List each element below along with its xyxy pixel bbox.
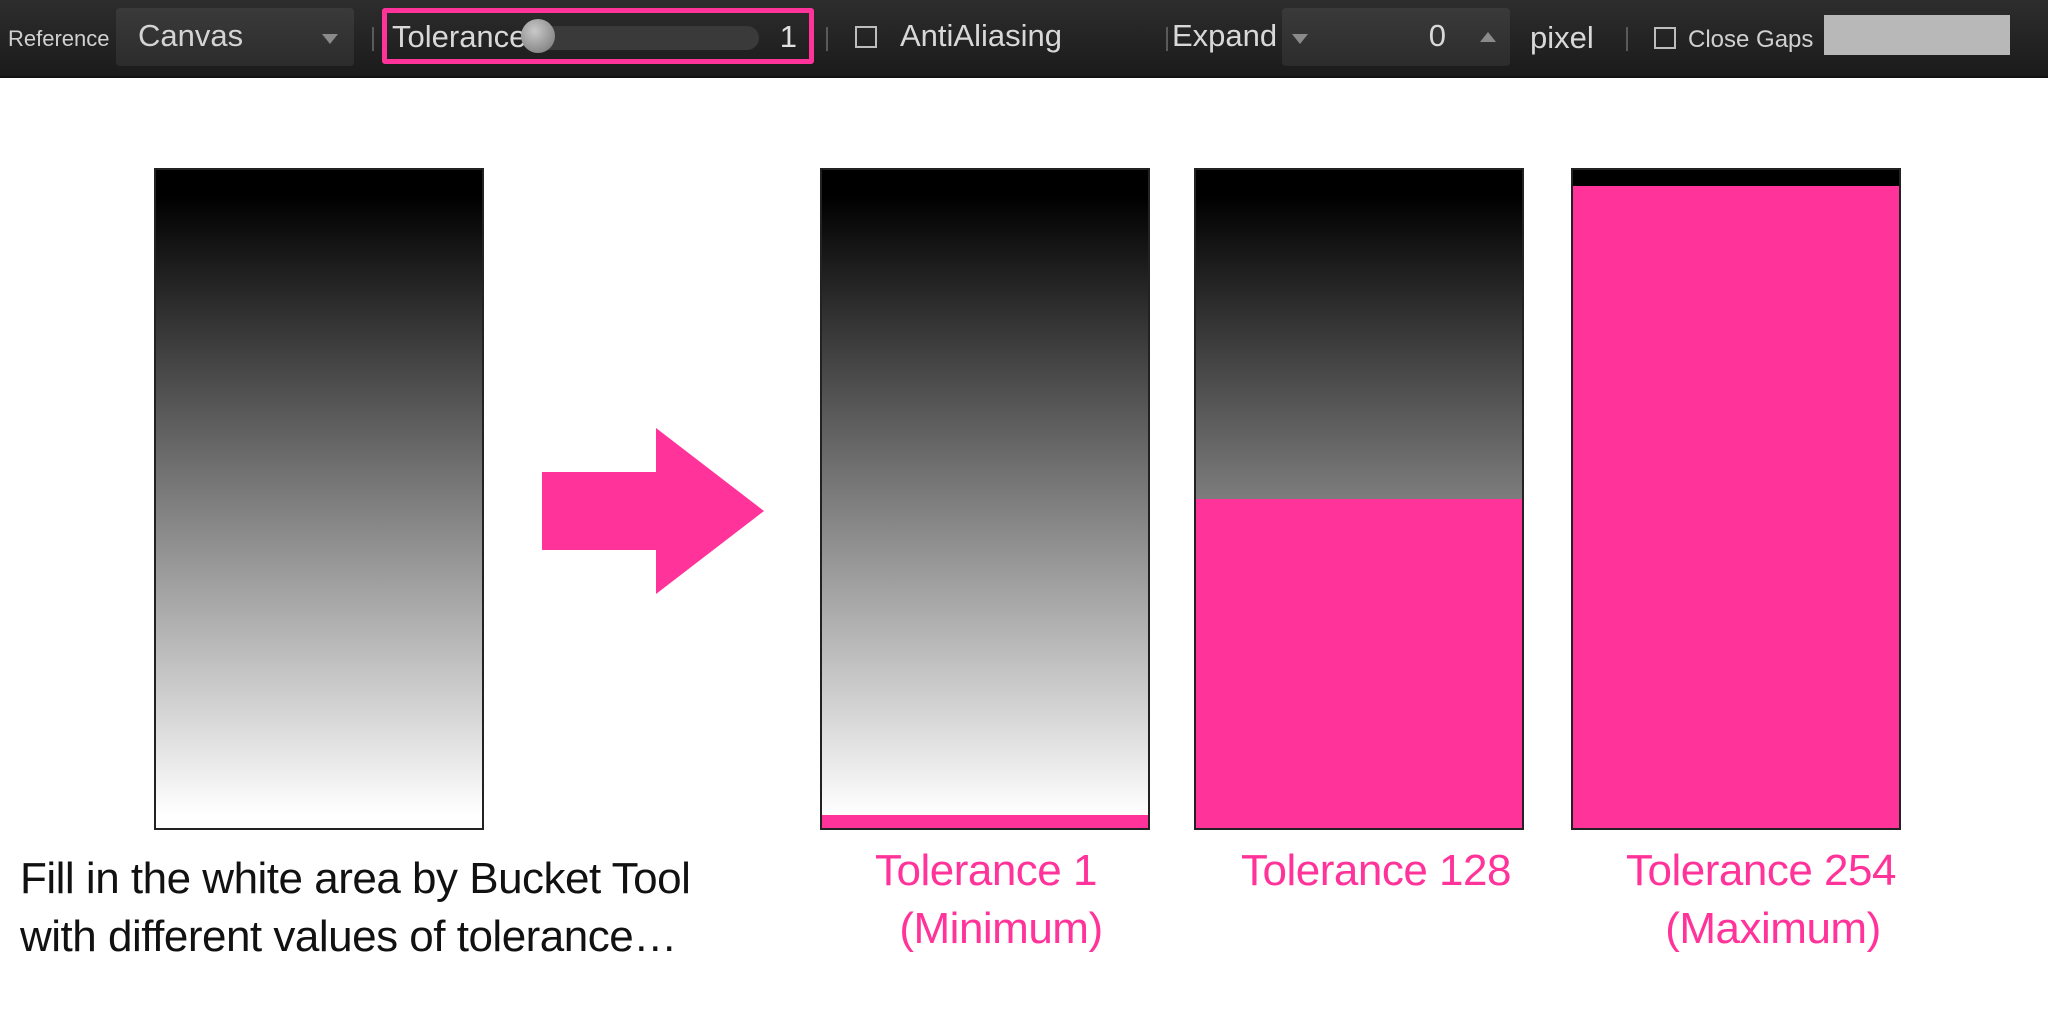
- result-panel-tolerance-128: [1194, 168, 1524, 830]
- filled-area: [1196, 499, 1522, 828]
- result-label-tolerance-128: Tolerance 128: [1216, 842, 1536, 900]
- result-panel-tolerance-254: [1571, 168, 1901, 830]
- gradient-area: [822, 170, 1148, 828]
- dropdown-arrow-icon: [322, 34, 338, 44]
- result-label-tolerance-254: Tolerance 254 (Maximum): [1596, 842, 1926, 958]
- expand-label: Expand: [1172, 18, 1278, 53]
- reference-dropdown[interactable]: Canvas: [116, 8, 354, 66]
- caption-line-1: Fill in the white area by Bucket Tool: [20, 854, 691, 903]
- separator: [1166, 27, 1168, 51]
- result-label-line-1: Tolerance 254: [1626, 846, 1896, 895]
- fill-tool-property-bar: Reference Canvas Tolerance 1 AntiAliasin…: [0, 0, 2048, 78]
- right-arrow-icon: [542, 428, 764, 594]
- slider-knob-icon[interactable]: [520, 19, 555, 53]
- spin-down-icon[interactable]: [1292, 34, 1308, 44]
- expand-value[interactable]: 0: [1429, 18, 1446, 54]
- original-gradient-panel: [154, 168, 484, 830]
- close-gaps-swatch[interactable]: [1824, 15, 2010, 55]
- result-label-tolerance-1: Tolerance 1 (Minimum): [836, 842, 1136, 958]
- separator: [372, 27, 374, 51]
- antialiasing-checkbox[interactable]: [855, 26, 877, 48]
- separator: [1626, 27, 1628, 51]
- separator: [826, 27, 828, 51]
- tolerance-highlight: Tolerance 1: [382, 8, 814, 64]
- result-panel-tolerance-1: [820, 168, 1150, 830]
- expand-spinbox[interactable]: 0: [1282, 8, 1510, 66]
- reference-label: Reference: [8, 26, 110, 51]
- instruction-caption: Fill in the white area by Bucket Tool wi…: [20, 850, 691, 966]
- result-label-line-2: (Maximum): [1665, 904, 1881, 953]
- filled-area: [1573, 186, 1899, 828]
- tolerance-value[interactable]: 1: [780, 19, 797, 55]
- close-gaps-checkbox[interactable]: [1654, 27, 1676, 49]
- tolerance-slider[interactable]: [527, 26, 759, 50]
- gradient-area: [156, 170, 482, 828]
- antialiasing-label: AntiAliasing: [900, 18, 1062, 53]
- expand-unit-label: pixel: [1530, 20, 1594, 55]
- result-label-line-1: Tolerance 1: [875, 846, 1097, 895]
- reference-value: Canvas: [138, 18, 244, 53]
- tolerance-label: Tolerance: [392, 19, 527, 54]
- filled-area: [822, 815, 1148, 828]
- caption-line-2: with different values of tolerance…: [20, 912, 677, 961]
- result-label-line-1: Tolerance 128: [1241, 846, 1511, 895]
- result-label-line-2: (Minimum): [899, 904, 1103, 953]
- spin-up-icon[interactable]: [1480, 32, 1496, 42]
- close-gaps-label: Close Gaps: [1688, 26, 1814, 53]
